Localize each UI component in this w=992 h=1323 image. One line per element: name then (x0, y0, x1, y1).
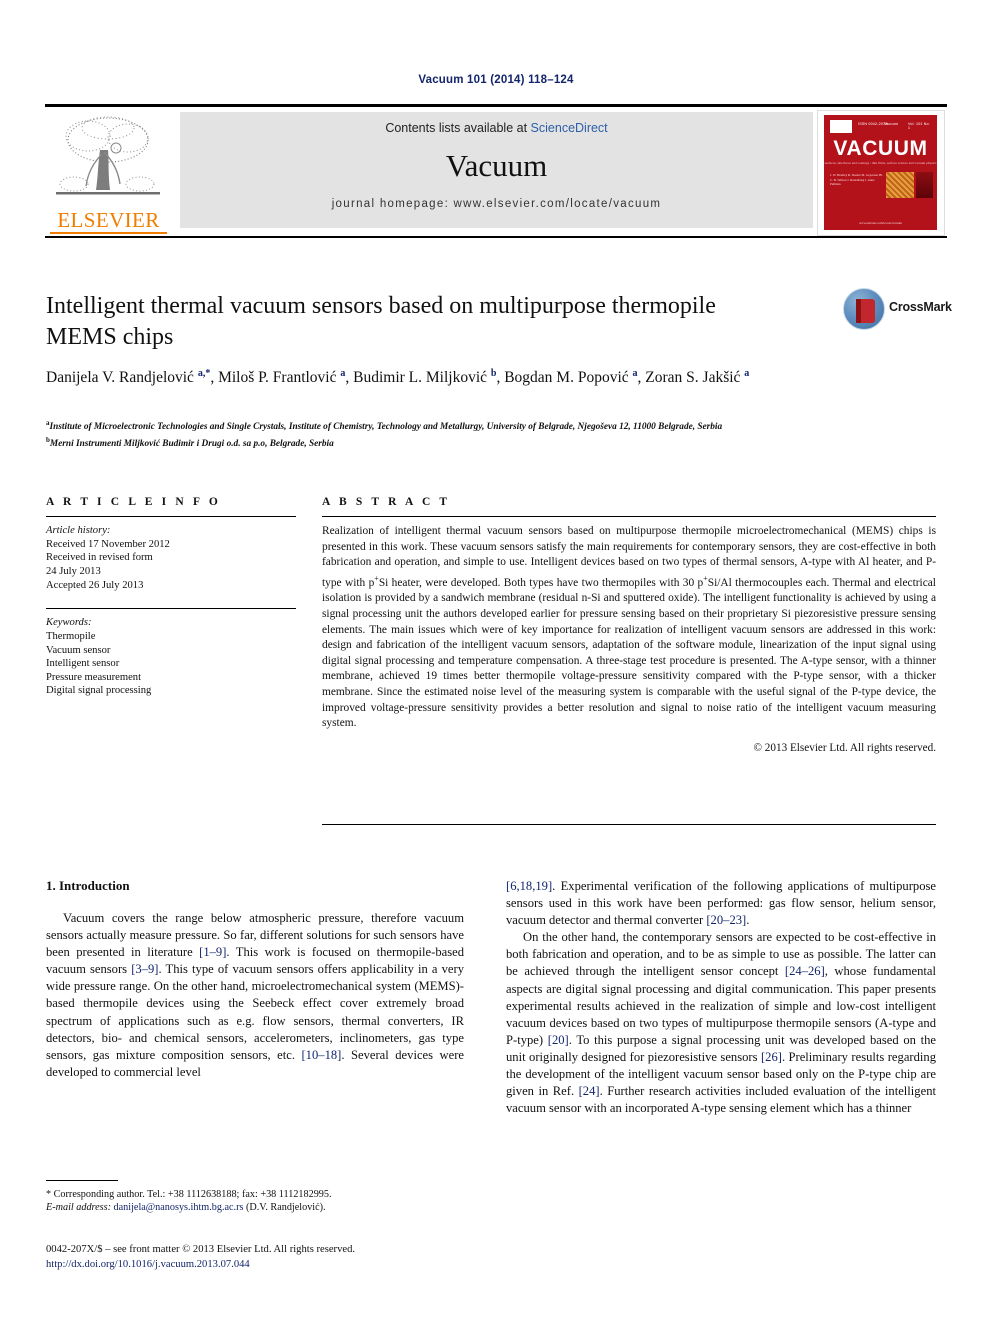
corresponding-author-footnote: * Corresponding author. Tel.: +38 111263… (46, 1180, 464, 1215)
journal-cover-thumbnail[interactable]: ISSN 0042-207X Vacuum Vol. 101 No. 1 VAC… (817, 110, 945, 236)
footer-frontmatter: 0042-207X/$ – see front matter © 2013 El… (46, 1244, 356, 1255)
running-head: Vacuum 101 (2014) 118–124 (418, 74, 574, 86)
article-history-label: Article history: (46, 525, 111, 537)
crossmark-circle-icon (843, 288, 885, 330)
elsevier-underline (50, 232, 167, 234)
article-history-3: Accepted 26 July 2013 (46, 579, 144, 591)
keywords-rule (46, 608, 296, 610)
keyword-0: Thermopile (46, 630, 96, 642)
body-column-right: [6,18,19]. Experimental verification of … (506, 878, 936, 1117)
journal-cover-art: ISSN 0042-207X Vacuum Vol. 101 No. 1 VAC… (824, 115, 937, 230)
cover-elsevier-mark (830, 120, 852, 133)
abstract-block: A B S T R A C T Realization of intellige… (322, 496, 936, 754)
journal-masthead: ELSEVIER Contents lists available at Sci… (45, 104, 947, 239)
intro-paragraph-right-2: On the other hand, the contemporary sens… (506, 930, 936, 1116)
article-page: Vacuum 101 (2014) 118–124 ELSEVIER Conte… (0, 0, 992, 1323)
masthead-top-rule (45, 104, 947, 107)
article-history-0: Received 17 November 2012 (46, 538, 170, 550)
elsevier-logo: ELSEVIER (47, 112, 170, 234)
page-title: Intelligent thermal vacuum sensors based… (46, 293, 716, 350)
keyword-4: Digital signal processing (46, 685, 152, 697)
cover-journal-label: Vacuum (884, 122, 899, 126)
abstract-heading: A B S T R A C T (322, 496, 451, 508)
keywords-label: Keywords: (46, 617, 92, 629)
abstract-rule (322, 516, 936, 518)
footnote-email[interactable]: E-mail address: danijela@nanosys.ihtm.bg… (46, 1201, 464, 1214)
masthead-bottom-rule (45, 236, 947, 238)
keyword-2: Intelligent sensor (46, 658, 120, 670)
crossmark-badge[interactable]: CrossMark (843, 286, 952, 334)
article-info-rule (46, 516, 296, 518)
section-heading-introduction: 1. Introduction (46, 878, 130, 893)
footer-doi-link[interactable]: http://dx.doi.org/10.1016/j.vacuum.2013.… (46, 1258, 516, 1273)
footnote-rule (46, 1180, 118, 1181)
abstract-bottom-rule (322, 824, 936, 826)
page-footer: 0042-207X/$ – see front matter © 2013 El… (46, 1243, 516, 1272)
elsevier-tree-icon (56, 116, 160, 195)
keyword-3: Pressure measurement (46, 671, 142, 683)
abstract-text: Realization of intelligent thermal vacuu… (322, 525, 936, 730)
article-info-heading: A R T I C L E I N F O (46, 496, 221, 508)
journal-band: Contents lists available at ScienceDirec… (180, 112, 813, 228)
cover-figure-right (916, 172, 933, 198)
cover-figure-left (886, 172, 914, 198)
author-list: Danijela V. Randjelović a,*, Miloš P. Fr… (46, 368, 750, 387)
crossmark-book-icon (856, 299, 875, 323)
journal-homepage-line[interactable]: journal homepage: www.elsevier.com/locat… (180, 198, 813, 210)
affiliation-a: aInstitute of Microelectronic Technologi… (46, 419, 723, 433)
crossmark-label: CrossMark (889, 300, 952, 314)
article-history-2: 24 July 2013 (46, 565, 101, 577)
intro-paragraph-right-1: [6,18,19]. Experimental verification of … (506, 879, 936, 928)
cover-topbar: ISSN 0042-207X Vacuum Vol. 101 No. 1 (828, 119, 933, 133)
sciencedirect-link[interactable]: ScienceDirect (531, 121, 608, 135)
keyword-1: Vacuum sensor (46, 644, 111, 656)
journal-title: Vacuum (445, 148, 548, 183)
cover-footer-url: www.elsevier.com/locate/vacuum (859, 221, 902, 225)
article-history-1: Received in revised form (46, 552, 153, 564)
cover-volume-label: Vol. 101 No. 1 (908, 122, 930, 130)
article-info-block: A R T I C L E I N F O Article history: R… (46, 496, 296, 698)
affiliations: aInstitute of Microelectronic Technologi… (46, 417, 936, 451)
contents-prefix: Contents lists available at (385, 121, 528, 135)
body-column-left: 1. Introduction Vacuum covers the range … (46, 878, 464, 1081)
footnote-corresponding: * Corresponding author. Tel.: +38 111263… (46, 1189, 332, 1200)
abstract-copyright: © 2013 Elsevier Ltd. All rights reserved… (753, 741, 937, 754)
affiliation-b: bMerni Instrumenti Miljković Budimir i D… (46, 436, 334, 450)
cover-editor-list: J. W. Bradley R. Dorner M. Geyersen Ph. … (830, 173, 883, 187)
cover-title: VACUUM (833, 137, 928, 160)
intro-paragraph-left: Vacuum covers the range below atmospheri… (46, 911, 464, 1079)
cover-subtitle: surfaces, interfaces and coatings / thin… (824, 161, 937, 165)
contents-available-line: Contents lists available at ScienceDirec… (180, 121, 813, 135)
elsevier-wordmark: ELSEVIER (57, 208, 160, 232)
